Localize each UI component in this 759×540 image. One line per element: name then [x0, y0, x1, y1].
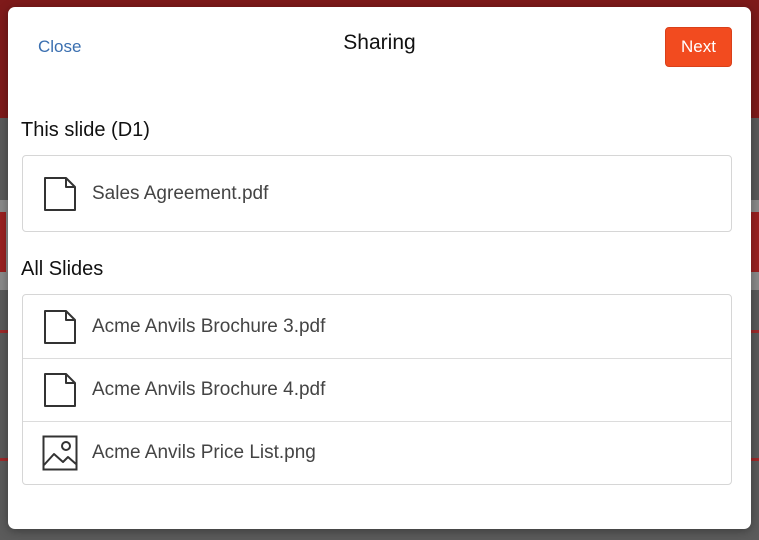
dialog-header: Close Sharing Next	[8, 7, 751, 87]
section-title-this-slide: This slide (D1)	[21, 119, 150, 141]
document-icon	[42, 309, 78, 345]
document-icon	[42, 372, 78, 408]
file-item-price-list[interactable]: Acme Anvils Price List.png	[23, 421, 731, 484]
background-decoration	[0, 212, 6, 272]
file-item-sales-agreement[interactable]: Sales Agreement.pdf	[23, 156, 731, 231]
image-icon	[42, 435, 78, 471]
document-icon	[42, 176, 78, 212]
file-item-brochure-3[interactable]: Acme Anvils Brochure 3.pdf	[23, 295, 731, 358]
this-slide-file-list: Sales Agreement.pdf	[22, 155, 732, 232]
file-name: Acme Anvils Price List.png	[92, 442, 316, 463]
file-name: Acme Anvils Brochure 4.pdf	[92, 379, 326, 400]
next-button[interactable]: Next	[665, 27, 732, 67]
sharing-dialog: Close Sharing Next This slide (D1) Sales…	[8, 7, 751, 529]
dialog-title: Sharing	[343, 31, 416, 54]
file-name: Sales Agreement.pdf	[92, 182, 269, 204]
file-item-brochure-4[interactable]: Acme Anvils Brochure 4.pdf	[23, 358, 731, 421]
all-slides-file-list: Acme Anvils Brochure 3.pdf Acme Anvils B…	[22, 294, 732, 485]
file-name: Acme Anvils Brochure 3.pdf	[92, 315, 326, 337]
section-title-all-slides: All Slides	[21, 258, 104, 280]
